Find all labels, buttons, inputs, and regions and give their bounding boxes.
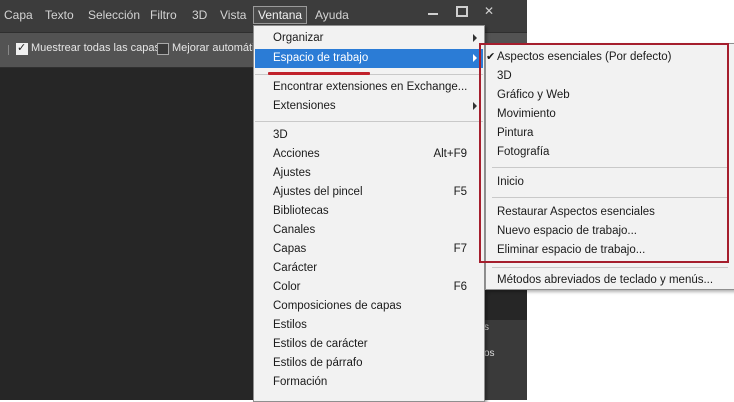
menu-item-label: Ajustes xyxy=(273,167,311,179)
menu-capa[interactable]: Capa xyxy=(4,8,33,22)
submenu-arrow-icon xyxy=(473,102,477,110)
menu-ventana[interactable]: Ventana xyxy=(253,6,308,24)
minimize-icon[interactable] xyxy=(424,4,442,18)
menu-3d[interactable]: 3D xyxy=(192,8,207,22)
options-bar-grip xyxy=(8,45,12,55)
menu-item-label: Espacio de trabajo xyxy=(273,52,369,64)
menu-filtro[interactable]: Filtro xyxy=(150,8,177,22)
submenu-divider xyxy=(492,267,728,268)
sample-all-layers-checkbox[interactable] xyxy=(16,41,28,55)
menu-item-label: Acciones xyxy=(273,148,320,160)
annotation-highlight-box xyxy=(479,43,729,263)
menu-item-label: Bibliotecas xyxy=(273,205,329,217)
menu-item-estilos-de-parrafo[interactable]: Estilos de párrafo xyxy=(255,354,483,373)
menu-item-label: Estilos de carácter xyxy=(273,338,368,350)
menu-item-label: Encontrar extensiones en Exchange... xyxy=(273,81,468,93)
menu-item-composiciones-de-capas[interactable]: Composiciones de capas xyxy=(255,297,483,316)
ventana-menu: Organizar Espacio de trabajo Encontrar e… xyxy=(253,25,485,402)
menu-item-encontrar-extensiones[interactable]: Encontrar extensiones en Exchange... xyxy=(255,78,483,97)
menu-item-capas[interactable]: Capas F7 xyxy=(255,240,483,259)
menu-item-3d[interactable]: 3D xyxy=(255,126,483,145)
menu-item-label: Carácter xyxy=(273,262,318,274)
menu-item-formacion[interactable]: Formación xyxy=(255,373,483,392)
menu-item-estilos[interactable]: Estilos xyxy=(255,316,483,335)
menu-seleccion[interactable]: Selección xyxy=(88,8,140,22)
menu-item-label: Ajustes del pincel xyxy=(273,186,363,198)
menu-ayuda[interactable]: Ayuda xyxy=(315,8,349,22)
menu-item-estilos-de-caracter[interactable]: Estilos de carácter xyxy=(255,335,483,354)
menu-shortcut: Alt+F9 xyxy=(433,148,467,160)
menu-item-color[interactable]: Color F6 xyxy=(255,278,483,297)
menu-item-label: Organizar xyxy=(273,32,324,44)
submenu-arrow-icon xyxy=(473,34,477,42)
menu-vista[interactable]: Vista xyxy=(220,8,246,22)
menu-item-label: 3D xyxy=(273,129,288,141)
menu-item-ajustes[interactable]: Ajustes xyxy=(255,164,483,183)
submenu-item-label: Métodos abreviados de teclado y menús... xyxy=(497,274,714,286)
sample-all-layers-label: Muestrear todas las capas xyxy=(31,42,161,54)
menu-shortcut: F5 xyxy=(453,186,467,198)
menu-divider xyxy=(255,121,483,122)
menu-item-espacio-de-trabajo[interactable]: Espacio de trabajo xyxy=(255,49,483,68)
menu-shortcut: F6 xyxy=(453,281,467,293)
menu-item-label: Composiciones de capas xyxy=(273,300,402,312)
menu-item-ajustes-del-pincel[interactable]: Ajustes del pincel F5 xyxy=(255,183,483,202)
annotation-underline xyxy=(268,72,370,75)
menu-item-organizar[interactable]: Organizar xyxy=(255,29,483,48)
menu-item-label: Estilos xyxy=(273,319,307,331)
menu-item-caracter[interactable]: Carácter xyxy=(255,259,483,278)
panel-text-fragment: os xyxy=(484,348,495,359)
menu-item-acciones[interactable]: Acciones Alt+F9 xyxy=(255,145,483,164)
menu-item-bibliotecas[interactable]: Bibliotecas xyxy=(255,202,483,221)
menu-item-extensiones[interactable]: Extensiones xyxy=(255,97,483,116)
maximize-icon[interactable] xyxy=(452,4,470,18)
menu-item-label: Formación xyxy=(273,376,328,388)
menu-shortcut: F7 xyxy=(453,243,467,255)
submenu-arrow-icon xyxy=(473,54,477,62)
enhance-label: Mejorar automátic xyxy=(172,42,261,54)
menu-item-label: Estilos de párrafo xyxy=(273,357,363,369)
menu-item-label: Extensiones xyxy=(273,100,336,112)
menu-item-label: Capas xyxy=(273,243,307,255)
side-panel: s os xyxy=(484,320,527,400)
menu-item-canales[interactable]: Canales xyxy=(255,221,483,240)
menu-texto[interactable]: Texto xyxy=(45,8,74,22)
menu-item-label: Canales xyxy=(273,224,316,236)
menu-item-label: Color xyxy=(273,281,301,293)
enhance-checkbox[interactable] xyxy=(157,43,169,55)
close-icon[interactable]: ✕ xyxy=(480,4,498,18)
submenu-item-metodos-abreviados[interactable]: Métodos abreviados de teclado y menús... xyxy=(486,271,734,290)
